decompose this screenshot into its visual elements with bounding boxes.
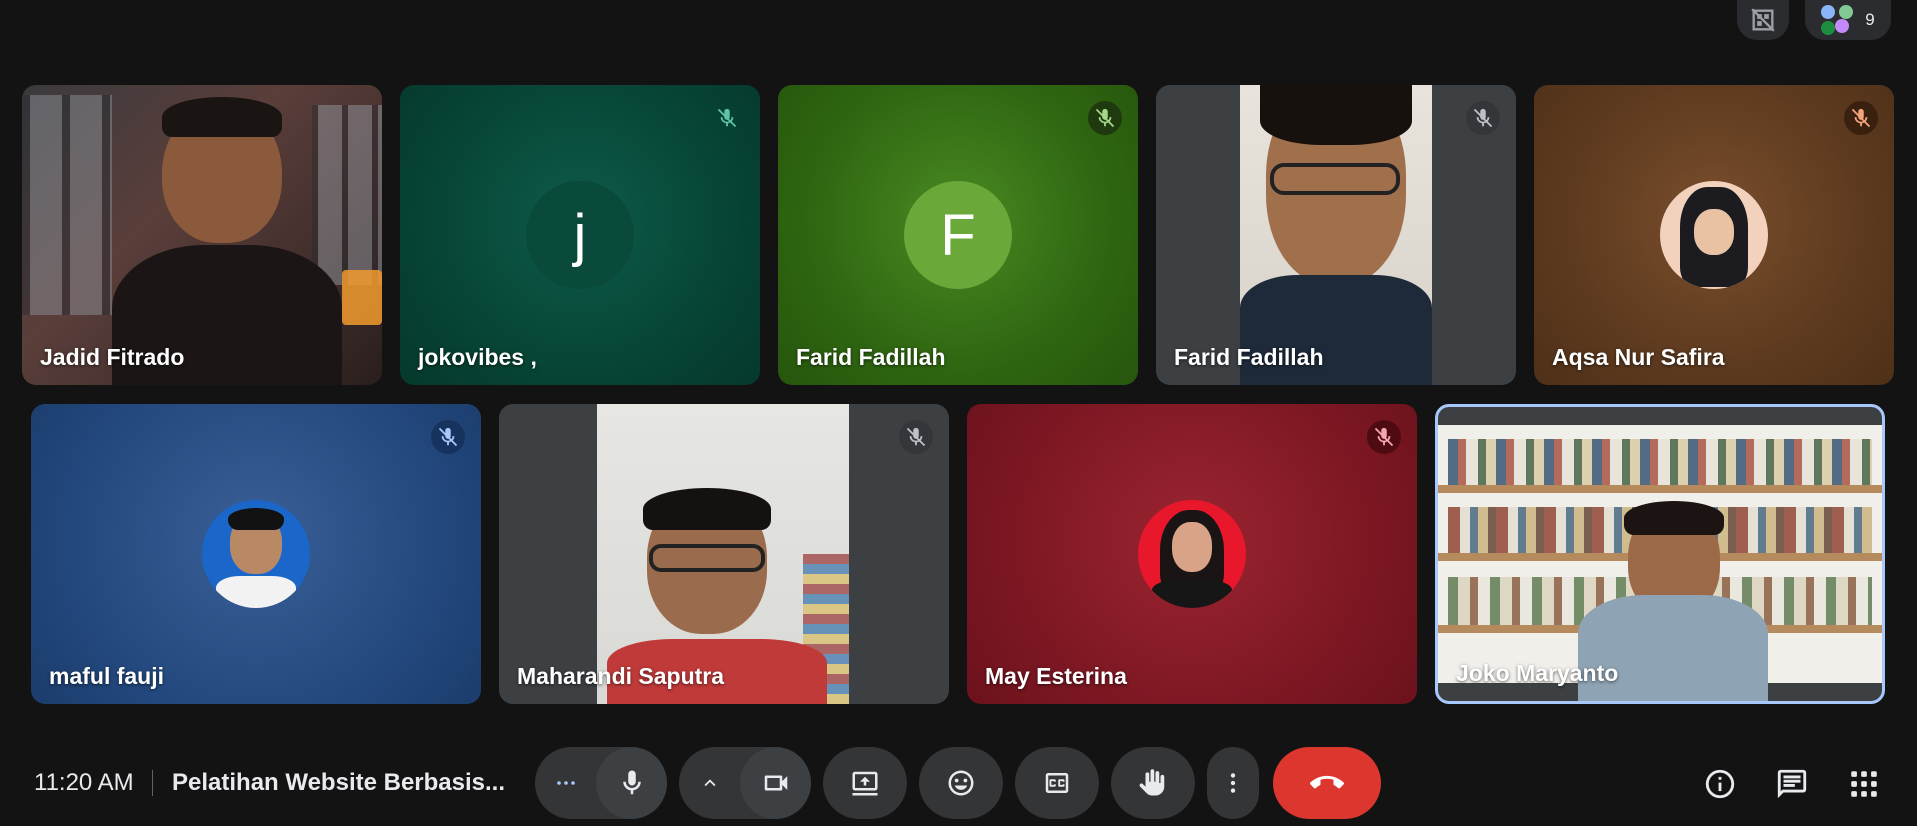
bottom-control-bar: 11:20 AM Pelatihan Website Berbasis... (0, 744, 1917, 824)
video-settings-button[interactable] (679, 747, 740, 819)
top-right-controls: 9 (1737, 0, 1891, 40)
chat-icon (1777, 769, 1807, 799)
raise-hand-icon (1139, 769, 1165, 796)
participant-name: Farid Fadillah (1174, 344, 1324, 370)
participant-tile[interactable]: May Esterina (967, 404, 1417, 704)
mic-off-icon (1374, 427, 1394, 447)
mute-indicator (1844, 101, 1878, 135)
present-screen-icon (852, 771, 878, 796)
participant-avatar (1660, 181, 1768, 289)
participant-name: Maharandi Saputra (517, 663, 725, 689)
participant-name: Joko Maryanto (1456, 660, 1619, 686)
captions-icon (1045, 773, 1069, 793)
participant-avatar (1138, 500, 1246, 608)
participant-tile[interactable]: Aqsa Nur Safira (1534, 85, 1894, 385)
participant-name: jokovibes , (418, 344, 537, 370)
camera-icon (764, 775, 787, 791)
present-button[interactable] (823, 747, 907, 819)
meeting-details-button[interactable] (1700, 764, 1740, 804)
participant-tile[interactable]: j jokovibes , (400, 85, 760, 385)
audio-settings-button[interactable] (535, 747, 596, 819)
more-options-icon (556, 781, 575, 785)
meeting-clock: 11:20 AM (34, 769, 134, 796)
chat-button[interactable] (1772, 764, 1812, 804)
mini-avatars (1821, 5, 1855, 35)
layout-off-button[interactable] (1737, 0, 1789, 40)
video-feed (22, 85, 382, 385)
more-options-button[interactable] (1207, 747, 1259, 819)
emoji-icon (948, 770, 974, 796)
meeting-title[interactable]: Pelatihan Website Berbasis... (172, 769, 505, 797)
chevron-up-icon (704, 779, 716, 787)
mic-off-icon (1095, 108, 1115, 128)
mic-off-icon (1473, 108, 1493, 128)
participant-tile-active-speaker[interactable]: Joko Maryanto (1435, 404, 1885, 704)
participant-tile[interactable]: Farid Fadillah (1156, 85, 1516, 385)
participant-tile[interactable]: Maharandi Saputra (499, 404, 949, 704)
video-feed (1240, 85, 1432, 385)
participant-name: May Esterina (985, 663, 1127, 689)
microphone-button[interactable] (596, 747, 667, 819)
mute-indicator (710, 101, 744, 135)
camera-button[interactable] (740, 747, 811, 819)
mic-off-icon (1851, 108, 1871, 128)
video-feed (1438, 425, 1882, 701)
more-vert-icon (1230, 773, 1236, 793)
mic-off-icon (906, 427, 926, 447)
mute-indicator (899, 420, 933, 454)
mute-indicator (431, 420, 465, 454)
apps-grid-icon (1851, 771, 1877, 797)
emoji-button[interactable] (919, 747, 1003, 819)
participant-initial-avatar: F (904, 181, 1012, 289)
mic-off-icon (717, 108, 737, 128)
mic-off-icon (438, 427, 458, 447)
participant-tile[interactable]: Jadid Fitrado (22, 85, 382, 385)
video-control-group (679, 747, 811, 819)
mute-indicator (1367, 420, 1401, 454)
participant-tile[interactable]: maful fauji (31, 404, 481, 704)
leave-call-button[interactable] (1273, 747, 1381, 819)
captions-button[interactable] (1015, 747, 1099, 819)
participant-name: maful fauji (49, 663, 165, 689)
participant-count: 9 (1865, 10, 1875, 29)
mute-indicator (1088, 101, 1122, 135)
video-feed (597, 404, 849, 704)
participant-tile[interactable]: F Farid Fadillah (778, 85, 1138, 385)
raise-hand-button[interactable] (1111, 747, 1195, 819)
activities-button[interactable] (1844, 764, 1884, 804)
participant-initial-avatar: j (526, 181, 634, 289)
end-call-icon (1310, 775, 1344, 789)
participant-avatar (202, 500, 310, 608)
people-button[interactable]: 9 (1805, 0, 1891, 40)
participant-name: Farid Fadillah (796, 344, 946, 370)
clock-divider (152, 770, 153, 796)
audio-control-group (535, 747, 667, 819)
microphone-icon (622, 770, 641, 795)
mute-indicator (1466, 101, 1500, 135)
layout-off-icon (1751, 8, 1775, 32)
info-icon (1705, 769, 1735, 799)
participant-name: Aqsa Nur Safira (1552, 344, 1725, 370)
participant-name: Jadid Fitrado (40, 344, 185, 370)
